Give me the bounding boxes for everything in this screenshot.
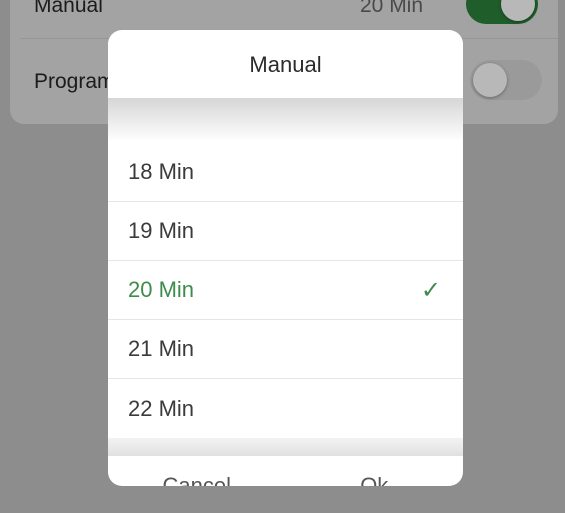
option-22-min[interactable]: 22 Min (108, 379, 463, 438)
option-label: 20 Min (128, 277, 195, 302)
list-bottom-fade (108, 438, 463, 456)
program-row-label: Program (34, 70, 115, 93)
program-toggle[interactable] (470, 60, 542, 100)
option-label: 22 Min (128, 395, 195, 421)
option-label: 19 Min (128, 218, 195, 243)
duration-option-list[interactable]: 18 Min 19 Min 20 Min ✓ 21 Min 22 Min (108, 143, 463, 438)
dialog-actions: Cancel Ok (108, 456, 463, 486)
manual-toggle[interactable] (466, 0, 538, 24)
toggle-knob (501, 0, 535, 21)
duration-picker-dialog: Manual 18 Min 19 Min 20 Min ✓ 21 Min 22 … (108, 30, 463, 486)
toggle-knob (473, 63, 507, 97)
checkmark-icon: ✓ (420, 276, 441, 304)
option-19-min[interactable]: 19 Min (108, 202, 463, 261)
ok-button[interactable]: Ok (286, 456, 464, 486)
manual-row-value: 20 Min (360, 0, 424, 17)
manual-row-label: Manual (34, 0, 103, 17)
option-20-min[interactable]: 20 Min ✓ (108, 261, 463, 320)
cancel-button[interactable]: Cancel (108, 456, 286, 486)
dialog-title: Manual (249, 52, 322, 77)
option-label: 21 Min (128, 336, 195, 361)
list-top-fade (108, 98, 463, 142)
option-label: 18 Min (128, 159, 195, 184)
option-18-min[interactable]: 18 Min (108, 143, 463, 202)
option-21-min[interactable]: 21 Min (108, 320, 463, 379)
